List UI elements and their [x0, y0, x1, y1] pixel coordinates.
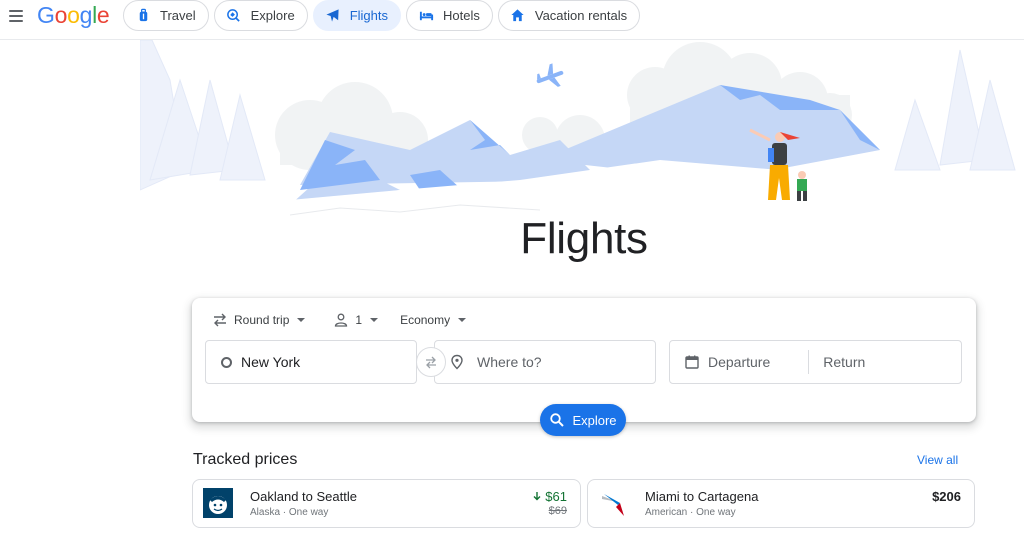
- date-range-input[interactable]: Departure Return: [669, 340, 962, 384]
- luggage-icon: [134, 7, 152, 25]
- current-price-value: $61: [545, 489, 567, 504]
- search-icon: [550, 413, 565, 427]
- hero-illustration: [140, 40, 1024, 225]
- trip-type: One way: [696, 507, 736, 518]
- passengers-select[interactable]: 1: [333, 310, 379, 330]
- origin-input[interactable]: New York: [205, 340, 417, 384]
- date-divider: [808, 350, 810, 374]
- home-icon: [509, 7, 527, 25]
- tab-travel[interactable]: Travel: [123, 0, 209, 31]
- trip-type-value: Round trip: [234, 313, 290, 327]
- tab-vacation-rentals-label: Vacation rentals: [534, 8, 628, 23]
- previous-price: $69: [548, 505, 567, 517]
- chevron-down-icon: [370, 318, 379, 322]
- swap-arrows-icon: [214, 313, 226, 327]
- american-airlines-logo: [602, 494, 624, 516]
- explore-button-label: Explore: [572, 412, 617, 428]
- google-logo[interactable]: Google: [37, 1, 110, 29]
- view-all-link[interactable]: View all: [917, 453, 958, 467]
- tab-hotels[interactable]: Hotels: [406, 0, 493, 31]
- tracked-price-card[interactable]: Oakland to Seattle Alaska · One way $61 …: [192, 479, 581, 528]
- tracked-price-card[interactable]: Miami to Cartagena American · One way $2…: [587, 479, 975, 528]
- destination-input[interactable]: Where to?: [434, 340, 656, 384]
- alaska-airlines-logo: [203, 488, 233, 518]
- swap-origin-destination-button[interactable]: [416, 347, 446, 377]
- tab-explore[interactable]: Explore: [213, 0, 308, 31]
- tracked-details: Alaska · One way: [250, 507, 328, 518]
- trip-type: One way: [288, 507, 329, 518]
- tab-flights-label: Flights: [349, 8, 389, 23]
- return-placeholder[interactable]: Return: [823, 354, 865, 370]
- top-bar: Google Travel Explore Flights Hotels Vac…: [0, 0, 1024, 40]
- flight-search-card: Round trip 1 Economy New York Where to? …: [192, 298, 976, 436]
- tab-travel-label: Travel: [160, 8, 196, 23]
- trip-type-select[interactable]: Round trip: [212, 310, 306, 330]
- location-pin-icon: [451, 354, 463, 370]
- passengers-value: 1: [355, 313, 363, 327]
- tab-vacation-rentals[interactable]: Vacation rentals: [497, 0, 641, 31]
- price-drop-arrow-icon: [533, 492, 541, 501]
- airline-name: Alaska: [250, 507, 281, 518]
- tab-flights[interactable]: Flights: [312, 0, 402, 31]
- tracked-route: Miami to Cartagena: [645, 489, 759, 504]
- origin-circle-icon: [221, 356, 232, 368]
- swap-icon: [426, 356, 436, 369]
- origin-value: New York: [241, 354, 301, 370]
- tab-hotels-label: Hotels: [443, 8, 480, 23]
- nav-chips: Travel Explore Flights Hotels Vacation r…: [123, 0, 641, 31]
- explore-button[interactable]: Explore: [540, 404, 626, 436]
- tracked-details: American · One way: [645, 507, 736, 518]
- person-icon: [335, 313, 348, 327]
- tracked-prices-heading: Tracked prices: [193, 451, 298, 468]
- bed-icon: [417, 7, 435, 25]
- cabin-class-value: Economy: [400, 313, 451, 327]
- calendar-icon: [685, 355, 699, 369]
- tab-explore-label: Explore: [250, 8, 295, 23]
- page-title: Flights: [520, 214, 648, 263]
- search-options: Round trip 1 Economy: [212, 310, 467, 330]
- menu-icon[interactable]: [6, 4, 26, 26]
- flight-icon: [324, 7, 342, 25]
- chevron-down-icon: [297, 318, 306, 322]
- current-price: $61: [532, 489, 567, 504]
- cabin-class-select[interactable]: Economy: [400, 310, 467, 330]
- destination-placeholder: Where to?: [477, 354, 542, 370]
- departure-placeholder[interactable]: Departure: [708, 354, 770, 370]
- explore-icon: [225, 7, 243, 25]
- current-price: $206: [932, 489, 961, 504]
- airline-name: American: [645, 507, 688, 518]
- tracked-route: Oakland to Seattle: [250, 489, 357, 504]
- chevron-down-icon: [458, 318, 467, 322]
